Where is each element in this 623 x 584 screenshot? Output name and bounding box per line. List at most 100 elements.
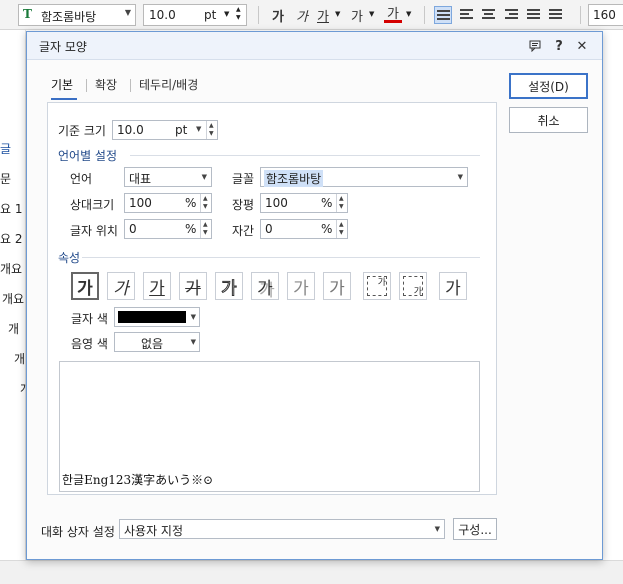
char-position-label: 글자 위치 — [70, 224, 118, 238]
superscript-attr-button[interactable]: 가 — [363, 272, 391, 300]
list-item[interactable]: 요 1 — [0, 200, 23, 217]
align-center-icon[interactable] — [480, 6, 498, 24]
dialog-setting-select[interactable]: 사용자 지정 ▼ — [119, 519, 445, 539]
chevron-down-icon: ▼ — [124, 8, 131, 17]
chevron-down-icon[interactable]: ▼ — [369, 10, 374, 18]
tab-separator — [86, 79, 87, 92]
align-justify-icon[interactable] — [434, 6, 452, 24]
subscript-attr-button[interactable]: 가 — [399, 272, 427, 300]
strikethrough-attr-button[interactable]: 가 — [179, 272, 207, 300]
char-spacing-label: 자간 — [232, 224, 255, 238]
shadow-attr-button[interactable]: 가 — [251, 272, 279, 300]
spin-arrows-icon[interactable]: ▲ ▼ — [236, 6, 241, 22]
shade-color-picker[interactable]: 없음 ▼ — [114, 332, 200, 352]
font-type-icon: T — [23, 7, 32, 21]
status-bar — [0, 560, 623, 584]
section-divider — [130, 155, 480, 156]
font-name-combo[interactable]: T 함조롬바탕 ▼ — [18, 4, 136, 26]
chevron-down-icon: ▼ — [201, 173, 207, 181]
chevron-down-icon[interactable]: ▼ — [406, 10, 411, 18]
list-item[interactable]: 개요 — [2, 290, 24, 307]
spin-arrows-icon[interactable]: ▲ ▼ — [200, 220, 211, 238]
font-label: 글꼴 — [232, 172, 255, 186]
font-select[interactable]: 함조롬바탕 ▼ — [260, 167, 468, 187]
list-item[interactable]: 요 2 — [0, 230, 23, 247]
list-item[interactable]: 글 — [0, 140, 11, 157]
chevron-down-icon: ▼ — [190, 338, 196, 346]
char-spacing-value: 0 — [265, 222, 273, 236]
spin-arrows-icon[interactable]: ▲ ▼ — [206, 121, 217, 139]
list-item[interactable]: 개 — [14, 350, 25, 367]
shade-color-label: 음영 색 — [71, 337, 108, 351]
dialog-setting-label: 대화 상자 설정 — [41, 525, 115, 539]
engrave-attr-button[interactable]: 가 — [323, 272, 351, 300]
active-tab-indicator — [51, 98, 77, 100]
underline-button[interactable]: 가 — [314, 5, 332, 25]
preview-box: 한글Eng123漢字あいう※⊙ — [59, 361, 480, 492]
config-button[interactable]: 구성... — [453, 518, 497, 540]
normal-attr-button[interactable]: 가 — [439, 272, 467, 300]
align-split-icon[interactable] — [547, 6, 565, 24]
toolbar-separator — [258, 6, 259, 24]
ok-button[interactable]: 설정(D) — [509, 73, 588, 99]
chevron-down-icon[interactable]: ▼ — [335, 10, 340, 18]
char-spacing-spinner[interactable]: 0 % ▲ ▼ — [260, 219, 348, 239]
app-toolbar: T 함조롬바탕 ▼ 10.0 pt ▼ ▲ ▼ 가 가 가 ▼ 가 ▼ 가 ▼ 1… — [0, 0, 623, 30]
tab-separator — [130, 79, 131, 92]
list-item[interactable]: 문 — [0, 170, 11, 187]
outline-panel: 글 문 요 1 요 2 개요 개요 개 개 개 — [0, 30, 31, 584]
chevron-down-icon: ▼ — [224, 10, 230, 18]
language-label: 언어 — [70, 172, 93, 186]
italic-attr-button[interactable]: 가 — [107, 272, 135, 300]
comment-icon[interactable] — [525, 36, 545, 56]
align-right-icon[interactable] — [503, 6, 521, 24]
percent-unit: % — [321, 222, 333, 236]
tab-border-background[interactable]: 테두리/배경 — [139, 76, 198, 93]
line-spacing-combo[interactable]: 160 — [588, 4, 623, 26]
lang-section-title: 언어별 설정 — [58, 149, 118, 163]
italic-button[interactable]: 가 — [292, 5, 312, 25]
relative-size-label: 상대크기 — [70, 198, 115, 212]
list-item[interactable]: 개 — [8, 320, 19, 337]
language-select[interactable]: 대표 ▼ — [124, 167, 212, 187]
text-color-picker[interactable]: ▼ — [114, 307, 200, 327]
emboss-attr-button[interactable]: 가 — [287, 272, 315, 300]
font-size-combo[interactable]: 10.0 pt ▼ ▲ ▼ — [143, 4, 247, 26]
toolbar-separator — [424, 6, 425, 24]
align-left-icon[interactable] — [458, 6, 476, 24]
align-distribute-icon[interactable] — [525, 6, 543, 24]
text-color-swatch — [118, 311, 186, 323]
chevron-down-icon[interactable]: ▼ — [196, 125, 201, 133]
tab-extended[interactable]: 확장 — [95, 76, 117, 93]
width-ratio-spinner[interactable]: 100 % ▲ ▼ — [260, 193, 348, 213]
chevron-down-icon: ▼ — [457, 173, 463, 181]
char-position-spinner[interactable]: 0 % ▲ ▼ — [124, 219, 212, 239]
close-icon[interactable]: ✕ — [572, 36, 592, 56]
char-position-value: 0 — [129, 222, 137, 236]
outline-attr-button[interactable]: 가 — [215, 272, 243, 300]
percent-unit: % — [321, 196, 333, 210]
attr-section-title: 속성 — [58, 251, 81, 265]
relative-size-spinner[interactable]: 100 % ▲ ▼ — [124, 193, 212, 213]
text-color-label: 글자 색 — [71, 312, 108, 326]
spin-arrows-icon[interactable]: ▲ ▼ — [200, 194, 211, 212]
percent-unit: % — [185, 222, 197, 236]
tab-basic[interactable]: 기본 — [51, 76, 73, 93]
spin-arrows-icon[interactable]: ▲ ▼ — [336, 194, 347, 212]
preview-text: 한글Eng123漢字あいう※⊙ — [62, 473, 214, 487]
base-size-spinner[interactable]: 10.0 pt ▼ ▲ ▼ — [112, 120, 218, 140]
underline-attr-button[interactable]: 가 — [143, 272, 171, 300]
strike-button[interactable]: 가 — [348, 5, 366, 25]
font-color-button[interactable]: 가 — [384, 5, 402, 23]
spin-arrows-icon[interactable]: ▲ ▼ — [336, 220, 347, 238]
font-size-value: 10.0 — [149, 8, 176, 22]
language-value: 대표 — [129, 172, 152, 186]
bold-button[interactable]: 가 — [268, 5, 288, 25]
list-item[interactable]: 개요 — [0, 260, 22, 277]
font-size-unit: pt — [204, 8, 217, 22]
cancel-button[interactable]: 취소 — [509, 107, 588, 133]
relative-size-value: 100 — [129, 196, 152, 210]
bold-attr-button[interactable]: 가 — [71, 272, 99, 300]
dialog-titlebar[interactable]: 글자 모양 ? ✕ — [27, 32, 602, 60]
help-icon[interactable]: ? — [549, 36, 569, 56]
